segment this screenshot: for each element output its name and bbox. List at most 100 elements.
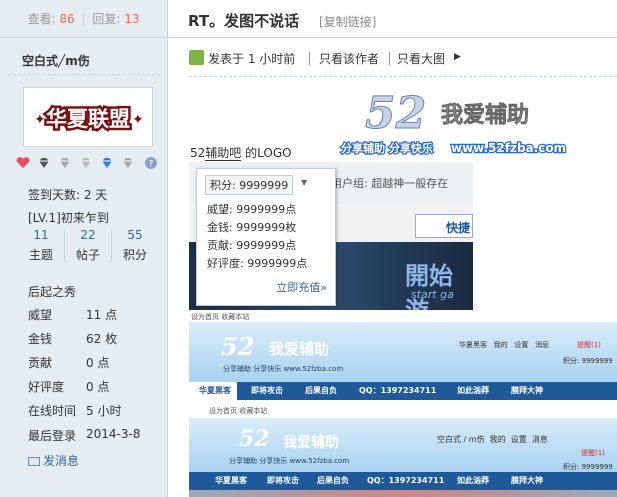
logo-image[interactable]: 52 我爱辅助 分享辅助 分享快乐 分享辅助 分享快乐 www.52fzba.c…: [339, 86, 579, 158]
replies-label: 回复:: [92, 12, 121, 26]
nav-item: QQ：1397234711: [359, 386, 437, 395]
online-status-icon: [189, 50, 204, 65]
score-popup: 积分: 9999999 ▼ 威望: 9999999点 金钱: 9999999枚 …: [196, 168, 336, 306]
user-rank: 后起之秀: [28, 285, 77, 299]
star-icon: ✦: [34, 112, 46, 128]
userbar-item: 我的: [493, 341, 508, 349]
diamond-medal-icon[interactable]: [37, 156, 51, 170]
avatar-image: 华夏联盟 华夏联盟 ✦ ✦: [24, 88, 152, 146]
forum-link[interactable]: 辅助吧: [205, 146, 242, 161]
user-level[interactable]: [LV.1]初来乍到: [28, 209, 109, 226]
stats-divider: |: [81, 12, 86, 26]
attr-label: 最后登录: [28, 429, 77, 443]
banner-title: 開始游: [405, 262, 453, 310]
replies-count: 13: [124, 12, 140, 26]
post-content: RT。发图不说话 [复制链接] 发表于 1 小时前 只看该作者 只看大图 ▶ 5…: [169, 0, 617, 497]
score-text: 积分: 9999999: [563, 463, 613, 471]
reminder-badge: 提醒(1): [577, 341, 601, 349]
user-group-label: 用户组: 超越神一般存在: [331, 177, 449, 190]
post-text-end: 的LOGO: [241, 146, 292, 160]
reminder-badge: 提醒(1): [581, 449, 605, 457]
post-body-text: 52辅助吧 的LOGO: [190, 144, 292, 161]
svg-text:?: ?: [149, 160, 154, 170]
count-label: 帖子: [75, 248, 100, 262]
score-dropdown: 积分: 9999999: [205, 175, 294, 195]
count-label: 主题: [28, 248, 53, 262]
post-title: RT。发图不说话: [188, 12, 300, 30]
diamond-medal-icon[interactable]: [58, 156, 72, 170]
logo-name: 我爱辅助: [441, 102, 529, 128]
only-author-link[interactable]: 只看该作者: [319, 50, 379, 67]
userbar-item: 华夏黑客: [459, 341, 487, 349]
quick-button-label: 快捷: [446, 221, 471, 235]
userbar: 华夏黑客 我的 设置 消息: [459, 340, 549, 350]
attr-value: 62 枚: [86, 332, 118, 346]
screenshot-header-2[interactable]: 设为首页 收藏本站 52 我爱辅助 分享辅助 分享快乐 www.52fzba.c…: [189, 404, 617, 497]
help-icon[interactable]: ?: [144, 156, 158, 170]
logo-slogan: 分享辅助 分享快乐 www.52fzba.com: [223, 365, 344, 373]
big-image-link[interactable]: 只看大图: [397, 50, 445, 67]
attr-value: 2014-3-8: [86, 427, 141, 441]
author-sidebar: 查看: 86 | 回复: 13 空白式╱m伤 华夏联盟 华夏联盟 ✦ ✦ ? 签…: [0, 0, 168, 497]
userbar-item: 设置: [510, 435, 527, 444]
user-counts: 11 主题 22 帖子 55 积分: [18, 228, 158, 266]
score-text: 积分: 9999999: [563, 357, 613, 365]
attr-label: 在线时间: [28, 404, 77, 418]
nav-item: 膜拜大神: [511, 386, 543, 395]
arrow-right-icon[interactable]: ▶: [454, 52, 461, 62]
header-banner: 52 我爱辅助 分享辅助 分享快乐 www.52fzba.com 华夏黑客 我的…: [189, 322, 617, 382]
send-message-link[interactable]: 发消息: [28, 452, 79, 469]
userbar-item: 设置: [514, 341, 529, 349]
quick-button: 快捷: [415, 214, 473, 238]
attr-value: 0 点: [86, 356, 110, 370]
popup-line: 金钱: 9999999枚: [207, 221, 297, 234]
userbar-item: 消息: [531, 435, 548, 444]
count-label: 积分: [122, 248, 147, 262]
count-value: 55: [127, 228, 143, 242]
nav-bar: 华夏黑客 即将攻击 后果自负 QQ：1397234711 如此汹莽 膜拜大神: [189, 472, 617, 490]
topics-count[interactable]: 11 主题: [18, 228, 64, 263]
nav-item: QQ：1397234711: [367, 476, 445, 485]
logo-number: 52: [221, 332, 255, 361]
points-count[interactable]: 55 积分: [112, 228, 158, 263]
nav-item: 后果自负: [305, 386, 337, 395]
avatar[interactable]: 华夏联盟 华夏联盟 ✦ ✦: [23, 87, 153, 147]
nav-bar: 华夏黑客 即将攻击 后果自负 QQ：1397234711 如此汹莽 膜拜大神: [189, 382, 617, 400]
posts-count[interactable]: 22 帖子: [65, 228, 111, 263]
count-value: 22: [80, 228, 96, 242]
screenshot-header-1[interactable]: 设为首页 收藏本站 52 我爱辅助 分享辅助 分享快乐 www.52fzba.c…: [189, 310, 617, 402]
nav-item: 华夏黑客: [215, 476, 247, 485]
userbar-item: 消息: [535, 341, 550, 349]
heart-medal-icon[interactable]: [16, 156, 30, 170]
logo-name: 我爱辅助: [283, 435, 339, 451]
top-links: 设为首页 收藏本站: [209, 407, 268, 415]
avatar-logo-text: 华夏联盟: [46, 107, 130, 131]
post-text-start: 52: [190, 146, 206, 160]
divider: [309, 52, 310, 65]
popup-line: 好评度: 9999999点: [207, 257, 308, 270]
top-links: 设为首页 收藏本站: [191, 313, 250, 321]
attr-value: 0 点: [86, 380, 110, 394]
logo-number: 52: [365, 88, 426, 139]
attr-label: 贡献: [28, 356, 53, 370]
nav-item: 华夏黑客: [199, 386, 231, 395]
logo-name: 我爱辅助: [269, 340, 330, 358]
divider: [189, 76, 617, 77]
popup-line: 贡献: 9999999点: [207, 239, 297, 252]
chevron-down-icon: ▼: [301, 178, 308, 187]
diamond-medal-icon[interactable]: [100, 156, 114, 170]
diamond-medal-icon[interactable]: [121, 156, 135, 170]
post-time: 发表于 1 小时前: [208, 52, 296, 66]
banner-subtitle: start ga: [411, 288, 454, 301]
divider: [8, 74, 160, 75]
nav-item: 膜拜大神: [511, 476, 543, 485]
nav-item: 如此汹莽: [457, 476, 489, 485]
author-name[interactable]: 空白式╱m伤: [22, 52, 90, 69]
attr-value: 5 小时: [86, 404, 122, 418]
send-message-label: 发消息: [43, 454, 80, 468]
diamond-medal-icon[interactable]: [79, 156, 93, 170]
userbar-user: 空白式 / m伤: [437, 435, 485, 444]
copy-link[interactable]: [复制链接]: [319, 13, 376, 30]
nav-item: 后果自负: [317, 476, 349, 485]
attr-label: 威望: [28, 308, 53, 322]
